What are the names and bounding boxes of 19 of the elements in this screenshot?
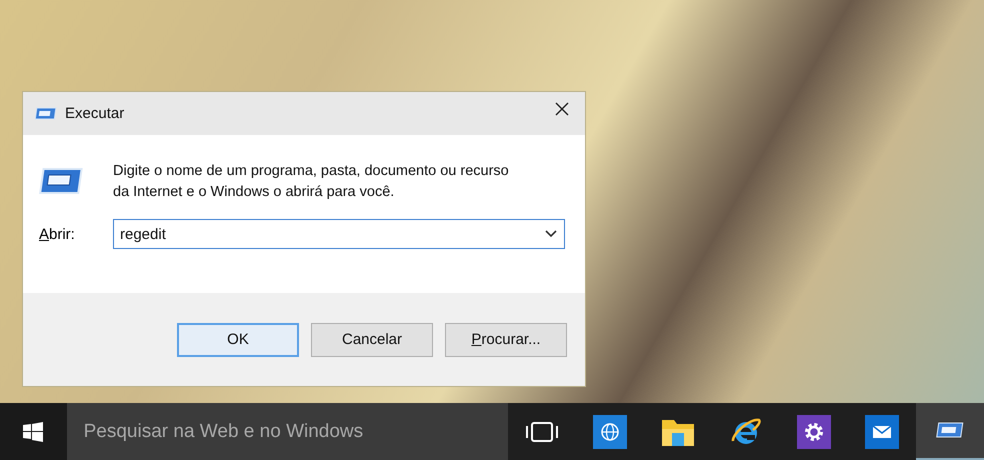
dialog-button[interactable]: Procurar... [445,322,567,356]
close-icon [555,102,569,116]
window-title: Executar [65,105,124,122]
open-combobox[interactable]: regedit [113,219,565,249]
run-program-icon [935,420,965,440]
start-button[interactable] [0,403,67,460]
windows-logo-icon [23,422,44,442]
task-view-icon [526,420,558,442]
search-field[interactable]: Pesquisar na Web e no Windows [66,403,508,460]
open-label: Abrir: [39,226,76,242]
dialog-button[interactable]: Cancelar [311,322,433,356]
dialog-button[interactable]: OK [177,322,299,356]
mail-icon [865,414,899,448]
run-window-icon [35,106,57,120]
instruction-text: Digite o nome de um programa, pasta, documento ou recurso da Internet e o Windows o abrirá para você. [113,162,510,202]
taskbar-app-button[interactable] [916,403,984,460]
chevron-down-icon[interactable] [545,230,557,238]
settings-icon [797,414,831,448]
globe-icon [593,414,627,448]
